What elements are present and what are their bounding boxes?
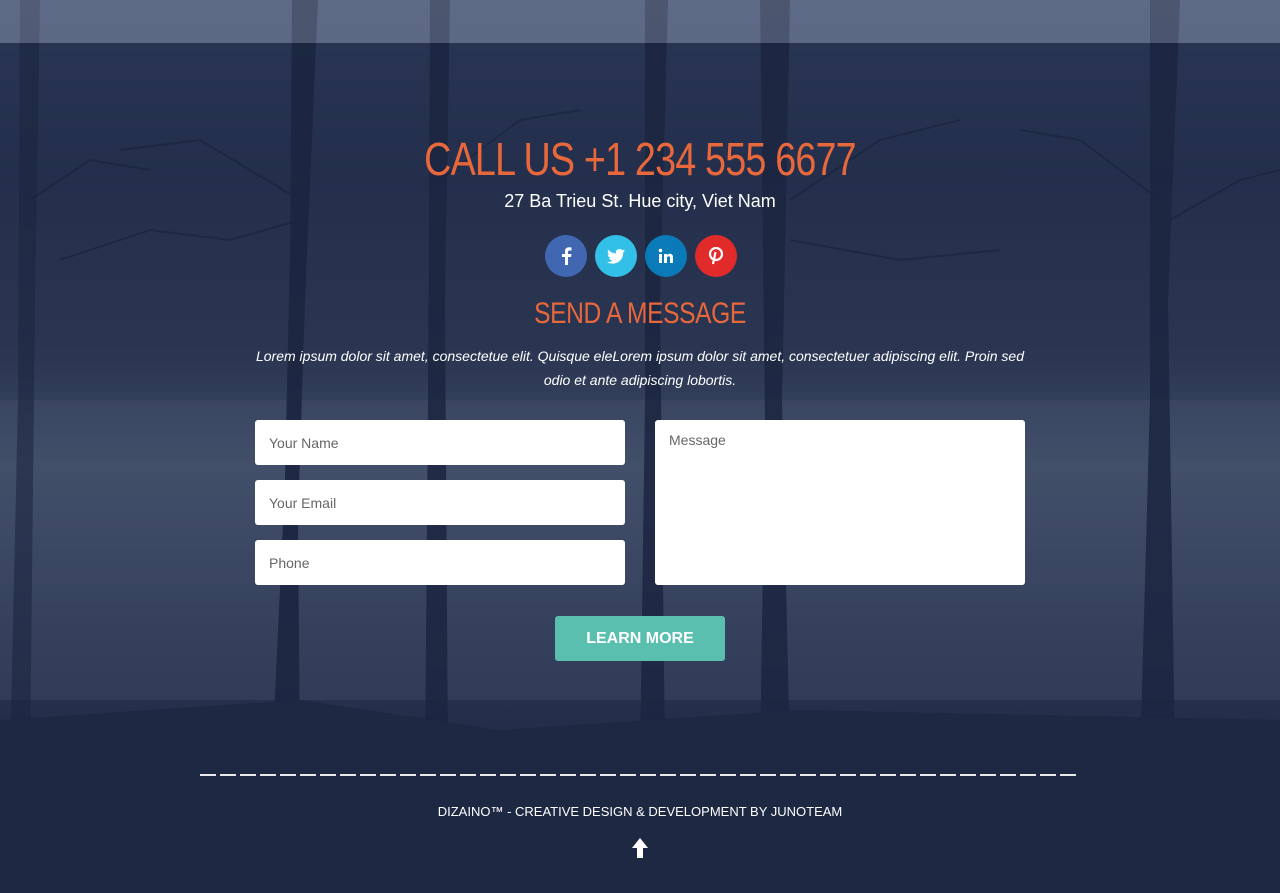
pinterest-icon[interactable] — [695, 235, 737, 277]
address-text: 27 Ba Trieu St. Hue city, Viet Nam — [504, 191, 776, 211]
learn-more-button[interactable]: LEARN MORE — [555, 616, 725, 661]
message-textarea[interactable] — [655, 420, 1025, 585]
scroll-to-top-icon[interactable] — [628, 836, 652, 860]
contact-page: CALL US +1 234 555 6677 27 Ba Trieu St. … — [0, 0, 1280, 893]
facebook-icon[interactable] — [545, 235, 587, 277]
message-description: Lorem ipsum dolor sit amet, consectetue … — [255, 348, 1025, 388]
name-input[interactable] — [255, 420, 625, 465]
footer-credit: DIZAINO™ - CREATIVE DESIGN & DEVELOPMENT… — [437, 804, 843, 819]
social-links — [545, 235, 740, 277]
footer-divider — [200, 774, 1080, 776]
email-input[interactable] — [255, 480, 625, 525]
call-us-heading: CALL US +1 234 555 6677 — [424, 133, 857, 185]
phone-input[interactable] — [255, 540, 625, 585]
contact-section: CALL US +1 234 555 6677 27 Ba Trieu St. … — [0, 0, 1280, 893]
linkedin-icon[interactable] — [645, 235, 687, 277]
twitter-icon[interactable] — [595, 235, 637, 277]
send-message-heading: SEND A MESSAGE — [534, 297, 746, 330]
